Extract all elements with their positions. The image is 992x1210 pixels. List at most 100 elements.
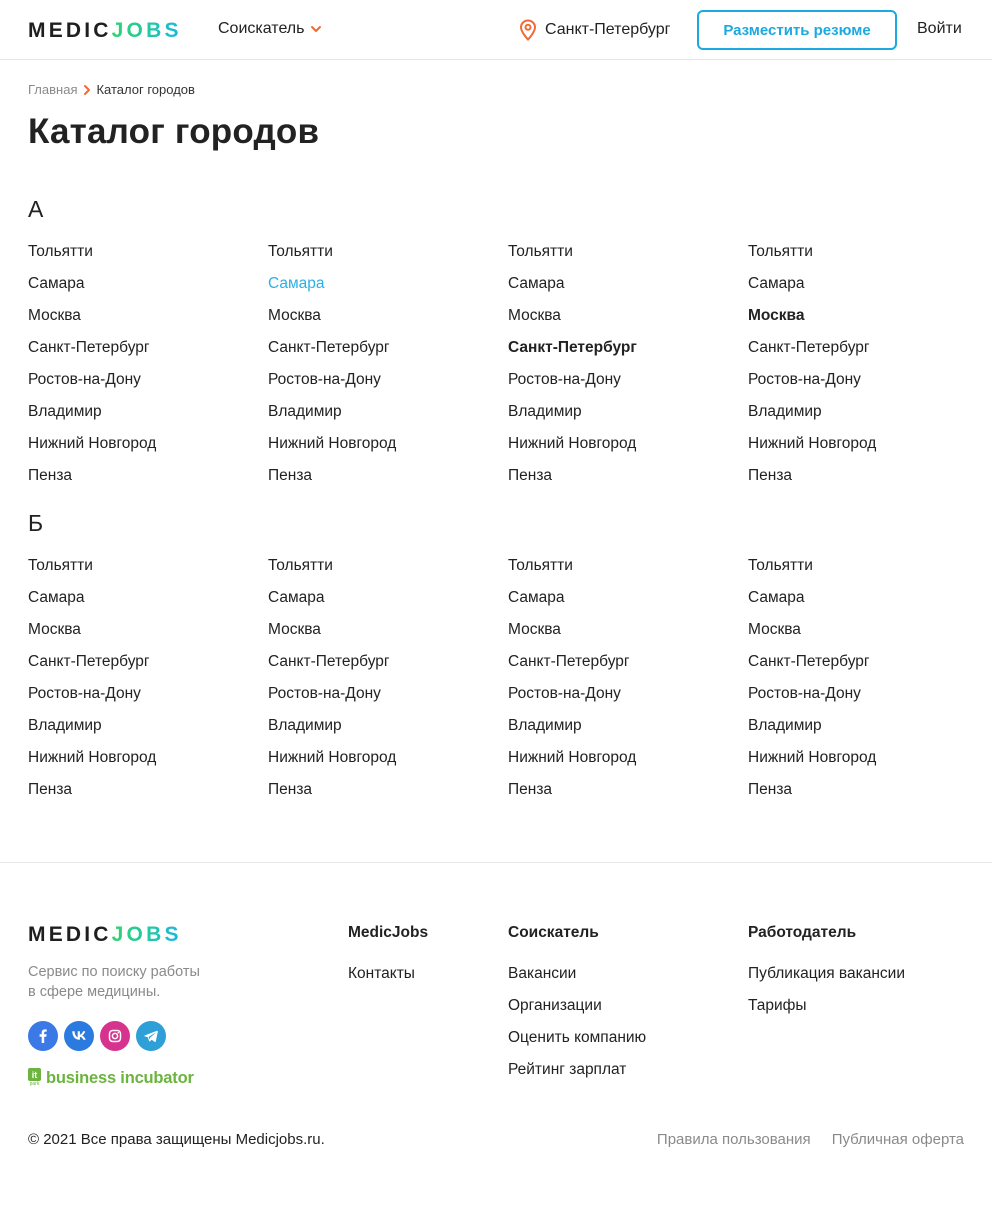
city-link[interactable]: Нижний Новгород xyxy=(508,434,738,466)
city-link[interactable]: Нижний Новгород xyxy=(268,434,498,466)
footer-column-employer: Работодатель Публикация вакансии Тарифы xyxy=(748,924,905,1028)
city-link[interactable]: Владимир xyxy=(748,402,978,434)
city-column: Тольятти Самара Москва Санкт-Петербург Р… xyxy=(268,556,498,812)
city-link[interactable]: Тольятти xyxy=(28,242,258,274)
location-selector[interactable]: Санкт-Петербург xyxy=(518,19,670,41)
city-link[interactable]: Санкт-Петербург xyxy=(268,338,498,370)
footer-logo[interactable]: MEDICJOBS xyxy=(28,923,182,947)
city-link[interactable]: Нижний Новгород xyxy=(748,748,978,780)
logo[interactable]: MEDIC JOBS xyxy=(28,19,182,42)
city-link[interactable]: Санкт-Петербург xyxy=(748,338,978,370)
city-link[interactable]: Тольятти xyxy=(508,242,738,274)
city-link[interactable]: Санкт-Петербург xyxy=(268,652,498,684)
city-link[interactable]: Пенза xyxy=(748,780,978,812)
social-links xyxy=(28,1021,166,1051)
city-link[interactable]: Ростов-на-Дону xyxy=(748,370,978,402)
footer-link-rate-company[interactable]: Оценить компанию xyxy=(508,1028,646,1060)
role-dropdown[interactable]: Соискатель xyxy=(218,20,322,38)
city-column: Тольятти Самара Москва Санкт-Петербург Р… xyxy=(508,242,738,498)
city-link[interactable]: Москва xyxy=(508,306,738,338)
city-link-selected[interactable]: Москва xyxy=(748,306,978,338)
footer-link-tariffs[interactable]: Тарифы xyxy=(748,996,905,1028)
city-link[interactable]: Тольятти xyxy=(508,556,738,588)
city-link[interactable]: Ростов-на-Дону xyxy=(748,684,978,716)
city-link[interactable]: Самара xyxy=(748,588,978,620)
city-link[interactable]: Самара xyxy=(28,274,258,306)
legal-links: Правила пользования Публичная оферта xyxy=(657,1131,964,1148)
city-link[interactable]: Нижний Новгород xyxy=(28,748,258,780)
breadcrumb: Главная Каталог городов xyxy=(28,82,195,97)
facebook-icon[interactable] xyxy=(28,1021,58,1051)
city-link[interactable]: Владимир xyxy=(268,402,498,434)
role-label: Соискатель xyxy=(218,20,305,37)
footer-link-post-vacancy[interactable]: Публикация вакансии xyxy=(748,964,905,996)
city-link[interactable]: Пенза xyxy=(28,466,258,498)
city-link[interactable]: Тольятти xyxy=(268,242,498,274)
city-link[interactable]: Санкт-Петербург xyxy=(28,652,258,684)
city-link[interactable]: Нижний Новгород xyxy=(748,434,978,466)
instagram-icon[interactable] xyxy=(100,1021,130,1051)
city-link[interactable]: Москва xyxy=(268,620,498,652)
city-link[interactable]: Ростов-на-Дону xyxy=(28,684,258,716)
city-link[interactable]: Владимир xyxy=(508,402,738,434)
city-link[interactable]: Самара xyxy=(748,274,978,306)
terms-link[interactable]: Правила пользования xyxy=(657,1131,811,1148)
city-column: Тольятти Самара Москва Санкт-Петербург Р… xyxy=(268,242,498,498)
city-link[interactable]: Нижний Новгород xyxy=(508,748,738,780)
city-link[interactable]: Нижний Новгород xyxy=(28,434,258,466)
telegram-icon[interactable] xyxy=(136,1021,166,1051)
city-link[interactable]: Москва xyxy=(748,620,978,652)
city-link[interactable]: Санкт-Петербург xyxy=(508,652,738,684)
city-link[interactable]: Самара xyxy=(268,588,498,620)
city-link[interactable]: Самара xyxy=(508,274,738,306)
city-link[interactable]: Тольятти xyxy=(748,556,978,588)
city-link[interactable]: Ростов-на-Дону xyxy=(268,370,498,402)
city-link[interactable]: Ростов-на-Дону xyxy=(28,370,258,402)
city-link[interactable]: Владимир xyxy=(28,402,258,434)
city-link[interactable]: Пенза xyxy=(748,466,978,498)
breadcrumb-current: Каталог городов xyxy=(96,82,195,97)
city-link[interactable]: Москва xyxy=(508,620,738,652)
city-link[interactable]: Владимир xyxy=(268,716,498,748)
section-letter: Б xyxy=(28,510,44,536)
city-link[interactable]: Пенза xyxy=(508,466,738,498)
city-link[interactable]: Владимир xyxy=(508,716,738,748)
breadcrumb-home-link[interactable]: Главная xyxy=(28,82,77,97)
city-link[interactable]: Ростов-на-Дону xyxy=(508,370,738,402)
city-link-hovered[interactable]: Самара xyxy=(268,274,498,306)
city-link[interactable]: Тольятти xyxy=(268,556,498,588)
city-link[interactable]: Владимир xyxy=(28,716,258,748)
city-link[interactable]: Нижний Новгород xyxy=(268,748,498,780)
footer-link-vacancies[interactable]: Вакансии xyxy=(508,964,646,996)
city-link[interactable]: Владимир xyxy=(748,716,978,748)
city-link[interactable]: Пенза xyxy=(268,780,498,812)
location-label: Санкт-Петербург xyxy=(545,21,671,38)
city-link[interactable]: Пенза xyxy=(28,780,258,812)
city-column: Тольятти Самара Москва Санкт-Петербург Р… xyxy=(28,242,258,498)
city-link[interactable]: Ростов-на-Дону xyxy=(268,684,498,716)
it-park-mark: it xyxy=(28,1068,41,1081)
city-link-selected[interactable]: Санкт-Петербург xyxy=(508,338,738,370)
footer-link-contacts[interactable]: Контакты xyxy=(348,964,428,996)
city-link[interactable]: Москва xyxy=(268,306,498,338)
site-header: MEDIC JOBS Соискатель Санкт-Петербург Раз… xyxy=(0,0,992,60)
city-link[interactable]: Тольятти xyxy=(28,556,258,588)
business-incubator-logo[interactable]: it park business incubator xyxy=(28,1068,194,1088)
public-offer-link[interactable]: Публичная оферта xyxy=(832,1131,964,1148)
city-link[interactable]: Москва xyxy=(28,306,258,338)
city-link[interactable]: Санкт-Петербург xyxy=(748,652,978,684)
city-link[interactable]: Тольятти xyxy=(748,242,978,274)
city-link[interactable]: Москва xyxy=(28,620,258,652)
city-link[interactable]: Санкт-Петербург xyxy=(28,338,258,370)
footer-link-salary-rating[interactable]: Рейтинг зарплат xyxy=(508,1060,646,1092)
city-link[interactable]: Ростов-на-Дону xyxy=(508,684,738,716)
city-link[interactable]: Пенза xyxy=(508,780,738,812)
login-link[interactable]: Войти xyxy=(917,20,962,38)
city-link[interactable]: Самара xyxy=(28,588,258,620)
footer-link-organizations[interactable]: Организации xyxy=(508,996,646,1028)
footer-divider xyxy=(0,862,992,863)
vk-icon[interactable] xyxy=(64,1021,94,1051)
city-link[interactable]: Самара xyxy=(508,588,738,620)
post-resume-button[interactable]: Разместить резюме xyxy=(697,10,897,50)
city-link[interactable]: Пенза xyxy=(268,466,498,498)
